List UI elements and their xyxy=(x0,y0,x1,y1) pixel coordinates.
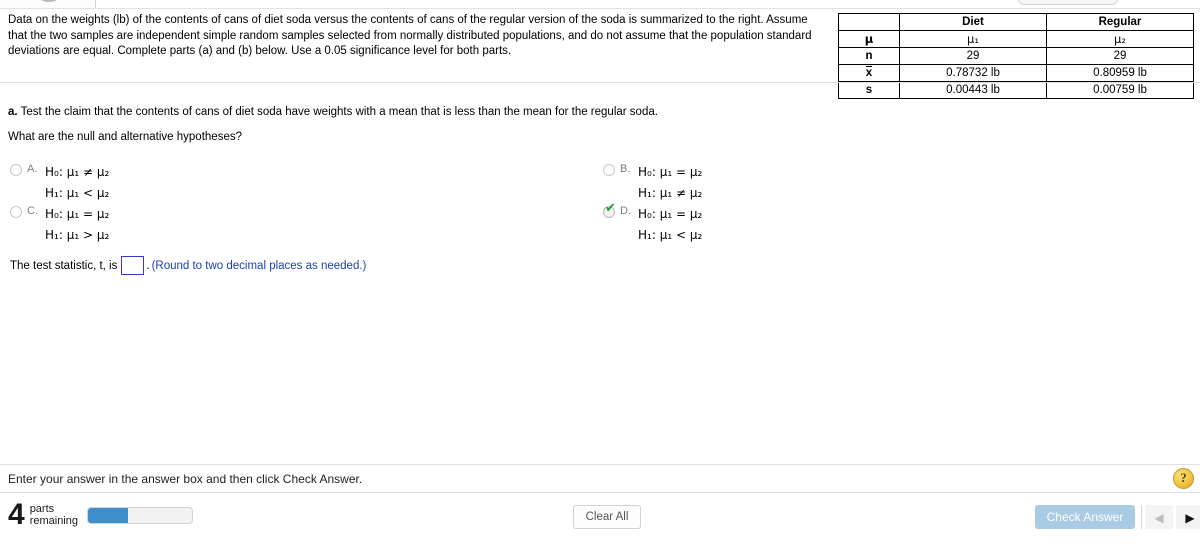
test-statistic-prefix: The test statistic, t, is xyxy=(10,259,118,272)
row-label-s: s xyxy=(838,81,900,99)
progress-bar-track xyxy=(87,506,193,524)
option-c-letter: C. xyxy=(27,205,38,217)
option-b-null: H₀: μ₁ = μ₂ xyxy=(638,165,703,179)
header-divider xyxy=(0,82,1200,83)
option-a-alt: H₁: μ₁ < μ₂ xyxy=(45,186,110,200)
test-statistic-line: The test statistic, t, is . (Round to tw… xyxy=(10,256,366,275)
table-row: x 0.78732 lb 0.80959 lb xyxy=(838,64,1194,82)
toolbar-pill-control[interactable] xyxy=(1018,0,1118,5)
option-c-null: H₀: μ₁ = μ₂ xyxy=(45,207,110,221)
option-d-math: H₀: μ₁ = μ₂ H₁: μ₁ < μ₂ xyxy=(638,204,702,246)
option-a[interactable]: A. H₀: μ₁ ≠ μ₂ H₁: μ₁ < μ₂ xyxy=(10,162,109,204)
progress-bar-fill xyxy=(88,507,128,523)
footer-mid-divider xyxy=(0,492,1200,493)
option-d-null: H₀: μ₁ = μ₂ xyxy=(638,207,703,221)
problem-statement: Data on the weights (lb) of the contents… xyxy=(8,14,812,57)
part-a-text: Test the claim that the contents of cans… xyxy=(20,106,658,118)
nav-separator xyxy=(1141,505,1142,529)
toolbar-divider xyxy=(95,0,96,8)
option-d-letter: D. xyxy=(620,205,631,217)
table-row: n 29 29 xyxy=(838,47,1194,65)
test-statistic-suffix: . xyxy=(146,259,150,272)
table-corner-cell xyxy=(838,13,900,31)
radio-option-b[interactable] xyxy=(603,164,615,176)
radio-option-c[interactable] xyxy=(10,206,22,218)
hypotheses-prompt: What are the null and alternative hypoth… xyxy=(8,131,242,143)
option-b-letter: B. xyxy=(620,163,631,175)
table-row: μ μ₁ μ₂ xyxy=(838,30,1194,48)
radio-option-a[interactable] xyxy=(10,164,22,176)
check-answer-button[interactable]: Check Answer xyxy=(1035,505,1135,529)
cell-mu-diet: μ₁ xyxy=(899,30,1047,48)
cell-s-diet: 0.00443 lb xyxy=(899,81,1047,99)
table-header-row: Diet Regular xyxy=(838,13,1194,31)
footer-instruction: Enter your answer in the answer box and … xyxy=(8,472,363,486)
parts-remaining-count: 4 xyxy=(8,498,25,531)
row-label-n: n xyxy=(838,47,900,65)
radio-option-d[interactable]: ✔ xyxy=(603,201,616,218)
table-header-regular: Regular xyxy=(1046,13,1194,31)
cell-mu-regular: μ₂ xyxy=(1046,30,1194,48)
previous-arrow-icon[interactable]: ◀ xyxy=(1145,505,1173,529)
option-d-alt: H₁: μ₁ < μ₂ xyxy=(638,228,703,242)
xbar-symbol: x xyxy=(865,66,873,79)
row-label-xbar: x xyxy=(838,64,900,82)
test-statistic-input[interactable] xyxy=(121,256,145,275)
option-b-alt: H₁: μ₁ ≠ μ₂ xyxy=(638,186,703,200)
option-b[interactable]: B. H₀: μ₁ = μ₂ H₁: μ₁ ≠ μ₂ xyxy=(603,162,702,204)
option-a-null: H₀: μ₁ ≠ μ₂ xyxy=(45,165,110,179)
part-a-question: a. Test the claim that the contents of c… xyxy=(8,105,658,120)
cell-xbar-diet: 0.78732 lb xyxy=(899,64,1047,82)
summary-table-container: Diet Regular μ μ₁ μ₂ n 29 29 x 0.78732 l… xyxy=(838,13,1194,99)
clear-all-button[interactable]: Clear All xyxy=(573,505,641,529)
option-c-alt: H₁: μ₁ > μ₂ xyxy=(45,228,110,242)
cell-n-regular: 29 xyxy=(1046,47,1194,65)
option-c-math: H₀: μ₁ = μ₂ H₁: μ₁ > μ₂ xyxy=(45,204,109,246)
cell-xbar-regular: 0.80959 lb xyxy=(1046,64,1194,82)
table-row: s 0.00443 lb 0.00759 lb xyxy=(838,81,1194,99)
next-arrow-icon[interactable]: ▶ xyxy=(1176,505,1200,529)
parts-remaining-indicator: 4 parts remaining xyxy=(8,500,193,530)
help-icon[interactable]: ? xyxy=(1173,468,1194,489)
parts-label-line2: remaining xyxy=(29,515,78,527)
part-a-label: a. xyxy=(8,106,18,118)
option-c[interactable]: C. H₀: μ₁ = μ₂ H₁: μ₁ > μ₂ xyxy=(10,204,109,246)
option-a-letter: A. xyxy=(27,163,38,175)
row-label-mu: μ xyxy=(838,30,900,48)
cell-s-regular: 0.00759 lb xyxy=(1046,81,1194,99)
top-chrome-strip xyxy=(0,0,1200,9)
checkmark-icon: ✔ xyxy=(605,201,616,216)
parts-remaining-label: parts remaining xyxy=(30,503,78,528)
table-header-diet: Diet xyxy=(899,13,1047,31)
chrome-underline xyxy=(0,8,1200,9)
option-b-math: H₀: μ₁ = μ₂ H₁: μ₁ ≠ μ₂ xyxy=(638,162,702,204)
rounding-note: (Round to two decimal places as needed.) xyxy=(151,259,367,272)
parts-label-line1: parts xyxy=(29,502,55,515)
footer-top-divider xyxy=(0,464,1200,465)
summary-statistics-table: Diet Regular μ μ₁ μ₂ n 29 29 x 0.78732 l… xyxy=(838,13,1194,99)
option-d[interactable]: ✔ D. H₀: μ₁ = μ₂ H₁: μ₁ < μ₂ xyxy=(603,201,702,246)
option-a-math: H₀: μ₁ ≠ μ₂ H₁: μ₁ < μ₂ xyxy=(45,162,109,204)
cell-n-diet: 29 xyxy=(899,47,1047,65)
